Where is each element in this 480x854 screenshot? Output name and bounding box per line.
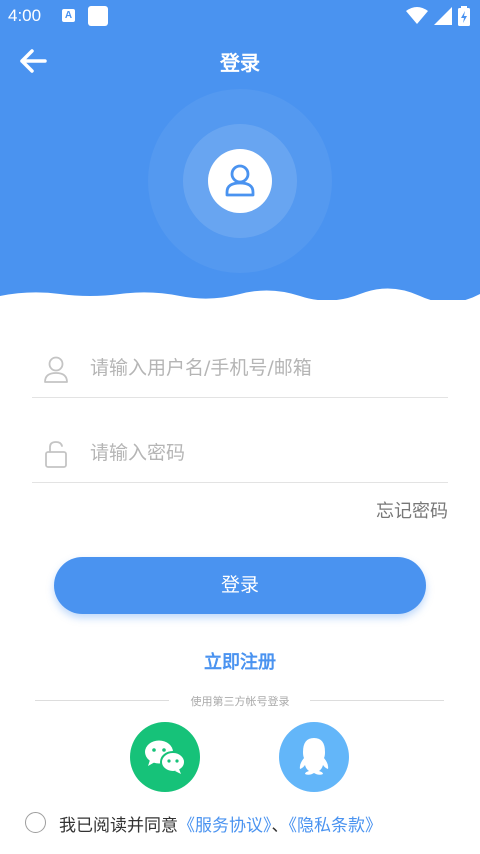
qq-icon <box>299 738 329 775</box>
lock-icon <box>42 439 70 469</box>
forgot-password-link[interactable]: 忘记密码 <box>376 497 448 523</box>
wechat-login-button[interactable] <box>130 722 200 792</box>
agreement-checkbox[interactable] <box>25 812 46 833</box>
password-field <box>32 423 448 483</box>
agreement-prefix: 我已阅读并同意 <box>59 816 178 836</box>
status-time: 4:00 <box>8 6 42 25</box>
agreement-separator: 、 <box>271 816 289 836</box>
divider-left <box>35 700 169 701</box>
avatar[interactable] <box>208 149 272 213</box>
user-outline-icon <box>42 354 70 384</box>
qq-login-button[interactable] <box>279 722 349 792</box>
page-title: 登录 <box>220 51 260 75</box>
username-field <box>32 338 448 398</box>
service-agreement-link[interactable]: 《服务协议》 <box>178 816 272 836</box>
status-indicators <box>406 6 470 26</box>
battery-icon <box>458 6 470 26</box>
agreement-text: 我已阅读并同意《服务协议》、《隐私条款》 <box>59 811 382 836</box>
user-icon <box>225 164 255 197</box>
username-input[interactable] <box>90 348 440 388</box>
header: 4:00 A 登录 <box>0 0 480 300</box>
third-party-title: 使用第三方帐号登录 <box>190 695 290 708</box>
login-button[interactable]: 登录 <box>54 557 426 614</box>
password-input[interactable] <box>90 433 440 473</box>
wifi-icon <box>406 7 428 24</box>
notification-icon <box>88 6 108 26</box>
wechat-icon <box>145 740 186 774</box>
privacy-policy-link[interactable]: 《隐私条款》 <box>289 816 383 836</box>
divider-right <box>310 700 444 701</box>
signal-icon <box>434 7 452 25</box>
status-bar: 4:00 A <box>0 0 480 34</box>
register-link[interactable]: 立即注册 <box>0 648 480 674</box>
header-wave <box>0 288 480 300</box>
a-badge-icon: A <box>62 9 75 22</box>
